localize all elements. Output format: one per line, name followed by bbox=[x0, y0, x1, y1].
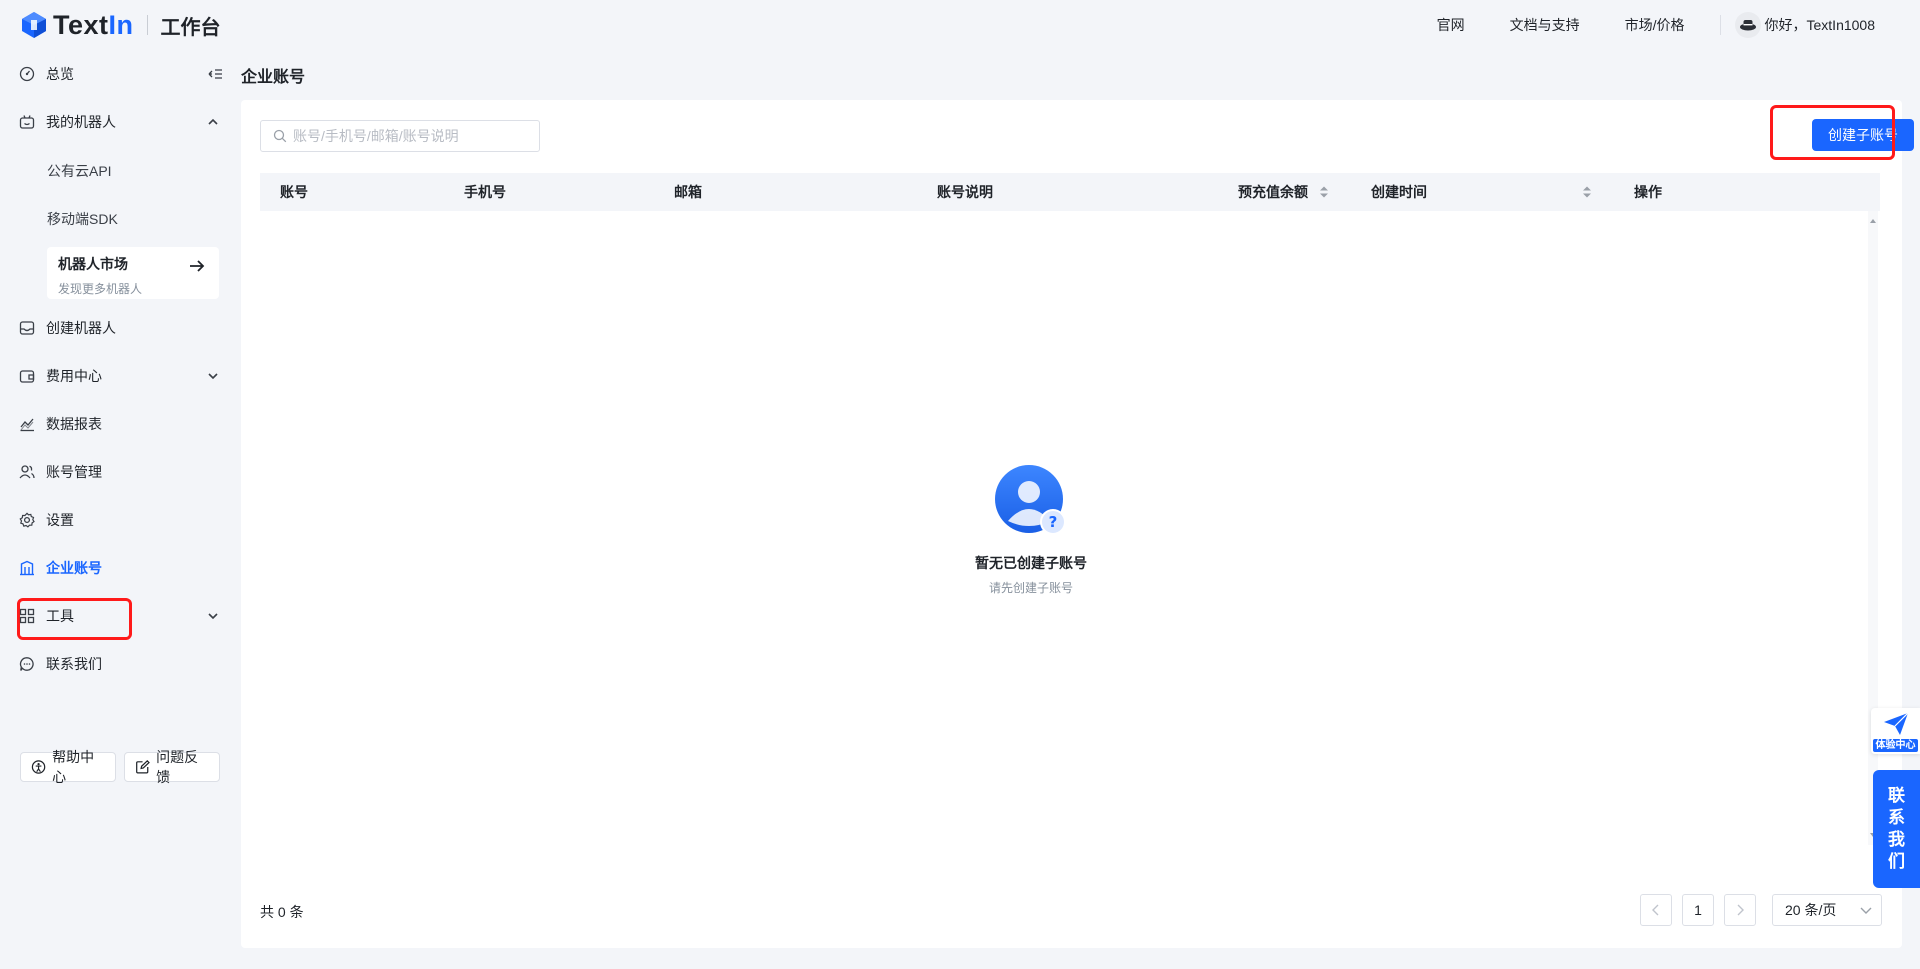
chart-icon bbox=[18, 415, 36, 433]
page-title: 企业账号 bbox=[241, 69, 306, 86]
search-input[interactable] bbox=[293, 128, 533, 144]
column-header-email: 邮箱 bbox=[674, 184, 702, 200]
robot-market-subtitle: 发现更多机器人 bbox=[58, 282, 143, 296]
sort-icon[interactable] bbox=[1582, 185, 1592, 199]
textin-logo-icon bbox=[22, 12, 46, 38]
search-box[interactable] bbox=[260, 120, 540, 152]
nav-market-link[interactable]: 市场/价格 bbox=[1625, 15, 1685, 35]
contact-us-float-button[interactable]: 联 系 我 们 bbox=[1873, 770, 1920, 888]
sidebar-item-label: 总览 bbox=[46, 66, 74, 82]
content-card: 创建子账号 账号 手机号 邮箱 账号说明 预充值余额 创建时间 操作 bbox=[241, 100, 1914, 948]
logo[interactable]: TextIn 工作台 bbox=[20, 10, 221, 41]
experience-center-button[interactable]: 体验中心 bbox=[1871, 708, 1920, 754]
sidebar-item-label: 工具 bbox=[46, 608, 74, 624]
top-bar: TextIn 工作台 官网 文档与支持 市场/价格 你好，TextIn1008 bbox=[0, 0, 1920, 50]
sidebar-item-billing[interactable]: 费用中心 bbox=[18, 357, 223, 395]
sidebar-item-contact[interactable]: 联系我们 bbox=[18, 645, 223, 683]
chevron-down-icon bbox=[208, 373, 218, 380]
chevron-down-icon bbox=[1860, 907, 1872, 914]
avatar-icon bbox=[1739, 20, 1756, 31]
inbox-icon bbox=[18, 319, 36, 337]
column-header-actions: 操作 bbox=[1634, 184, 1662, 200]
chat-icon bbox=[18, 655, 36, 673]
table-header: 账号 手机号 邮箱 账号说明 预充值余额 创建时间 操作 bbox=[260, 173, 1880, 211]
building-icon bbox=[18, 559, 36, 577]
sidebar-item-account-management[interactable]: 账号管理 bbox=[18, 453, 223, 491]
page-size-value: 20 条/页 bbox=[1785, 902, 1837, 918]
sidebar-item-mobile-sdk[interactable]: 移动端SDK bbox=[47, 209, 118, 229]
highlight-box bbox=[1770, 105, 1895, 160]
total-count: 共 0 条 bbox=[260, 904, 304, 920]
next-page-button[interactable] bbox=[1724, 894, 1756, 926]
column-header-description: 账号说明 bbox=[937, 184, 993, 200]
column-header-balance: 预充值余额 bbox=[1238, 184, 1308, 200]
logo-text: TextIn bbox=[53, 9, 134, 40]
sidebar-item-enterprise-account[interactable]: 企业账号 bbox=[18, 549, 223, 587]
grid-icon bbox=[18, 607, 36, 625]
help-icon bbox=[31, 760, 46, 774]
experience-center-label: 体验中心 bbox=[1873, 739, 1918, 752]
sidebar-item-label: 联系我们 bbox=[46, 656, 102, 672]
user-greeting: 你好，TextIn1008 bbox=[1764, 17, 1876, 33]
empty-state: ? 暂无已创建子账号 请先创建子账号 bbox=[241, 465, 1821, 596]
dashboard-icon bbox=[18, 65, 36, 83]
users-icon bbox=[18, 463, 36, 481]
chevron-down-icon bbox=[208, 613, 218, 620]
sidebar-item-label: 费用中心 bbox=[46, 368, 102, 384]
sidebar-item-label: 账号管理 bbox=[46, 464, 102, 480]
search-icon bbox=[273, 129, 287, 143]
column-header-created-time: 创建时间 bbox=[1371, 184, 1427, 200]
sidebar-item-label: 数据报表 bbox=[46, 416, 102, 432]
workbench-title: 工作台 bbox=[160, 16, 221, 39]
sidebar-item-tools[interactable]: 工具 bbox=[18, 597, 223, 635]
help-center-button[interactable]: 帮助中心 bbox=[20, 749, 116, 785]
sidebar-item-label: 创建机器人 bbox=[46, 320, 116, 336]
robot-market-title: 机器人市场 bbox=[58, 256, 128, 272]
sidebar-item-my-robots[interactable]: 我的机器人 bbox=[18, 103, 223, 141]
arrow-right-icon bbox=[190, 260, 205, 272]
edit-icon bbox=[136, 760, 150, 774]
top-nav: 官网 文档与支持 市场/价格 你好，TextIn1008 bbox=[1437, 0, 1920, 50]
sort-icon[interactable] bbox=[1319, 185, 1329, 199]
sidebar-item-create-robot[interactable]: 创建机器人 bbox=[18, 309, 223, 347]
sidebar-item-label: 企业账号 bbox=[46, 560, 102, 576]
sidebar-item-settings[interactable]: 设置 bbox=[18, 501, 223, 539]
sidebar-item-public-api[interactable]: 公有云API bbox=[47, 161, 112, 181]
chevron-right-icon bbox=[1737, 904, 1744, 916]
empty-subtitle: 请先创建子账号 bbox=[988, 581, 1073, 595]
chevron-left-icon bbox=[1652, 904, 1659, 916]
page-size-select[interactable]: 20 条/页 bbox=[1772, 894, 1882, 926]
nav-website-link[interactable]: 官网 bbox=[1437, 15, 1465, 35]
nav-divider bbox=[1719, 15, 1721, 35]
sidebar-item-label: 设置 bbox=[46, 512, 74, 528]
sidebar-item-reports[interactable]: 数据报表 bbox=[18, 405, 223, 443]
column-header-phone: 手机号 bbox=[464, 184, 506, 200]
nav-docs-link[interactable]: 文档与支持 bbox=[1510, 15, 1580, 35]
page-number-button[interactable]: 1 bbox=[1682, 894, 1714, 926]
logo-divider bbox=[146, 15, 148, 35]
avatar bbox=[1734, 12, 1761, 38]
sidebar-item-overview[interactable]: 总览 bbox=[18, 55, 223, 93]
feedback-button[interactable]: 问题反馈 bbox=[124, 749, 220, 785]
empty-title: 暂无已创建子账号 bbox=[975, 555, 1087, 571]
sidebar: 总览 我的机器人 公有云API 移动端SDK 机器人市场 发现更多机器人 创建机… bbox=[0, 50, 240, 969]
chevron-up-icon bbox=[208, 118, 218, 125]
sidebar-item-label: 我的机器人 bbox=[46, 114, 116, 130]
paper-plane-icon bbox=[1884, 712, 1909, 735]
collapse-sidebar-icon[interactable] bbox=[207, 66, 223, 82]
wallet-icon bbox=[18, 367, 36, 385]
gear-icon bbox=[18, 511, 36, 529]
prev-page-button[interactable] bbox=[1640, 894, 1672, 926]
robot-market-card[interactable]: 机器人市场 发现更多机器人 bbox=[47, 247, 219, 299]
robot-icon bbox=[18, 113, 36, 131]
svg-text:?: ? bbox=[1049, 513, 1058, 531]
empty-user-icon: ? bbox=[995, 465, 1066, 535]
column-header-account: 账号 bbox=[280, 184, 308, 200]
user-menu[interactable]: 你好，TextIn1008 bbox=[1734, 12, 1876, 38]
